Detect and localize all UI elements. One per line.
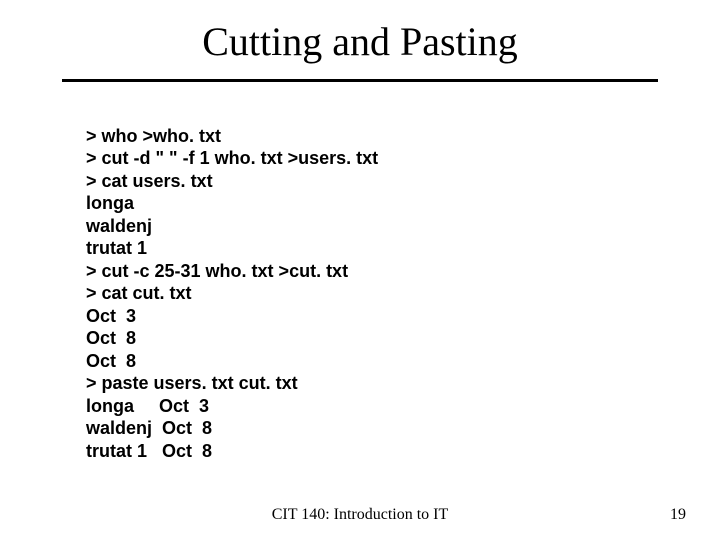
title-divider <box>62 79 658 82</box>
term-line: > cut -d " " -f 1 who. txt >users. txt <box>86 148 378 168</box>
slide-title: Cutting and Pasting <box>0 0 720 75</box>
term-line: longa Oct 3 <box>86 396 209 416</box>
footer-page-number: 19 <box>670 506 686 524</box>
term-line: > cut -c 25-31 who. txt >cut. txt <box>86 261 348 281</box>
term-line: Oct 8 <box>86 328 136 348</box>
term-line: trutat 1 Oct 8 <box>86 441 212 461</box>
term-line: trutat 1 <box>86 238 147 258</box>
term-line: > who >who. txt <box>86 126 221 146</box>
term-line: waldenj Oct 8 <box>86 418 212 438</box>
term-line: Oct 3 <box>86 306 136 326</box>
term-line: waldenj <box>86 216 152 236</box>
term-line: Oct 8 <box>86 351 136 371</box>
term-line: > cat cut. txt <box>86 283 192 303</box>
terminal-output: > who >who. txt > cut -d " " -f 1 who. t… <box>86 102 720 462</box>
term-line: longa <box>86 193 134 213</box>
term-line: > paste users. txt cut. txt <box>86 373 298 393</box>
term-line: > cat users. txt <box>86 171 213 191</box>
footer-course: CIT 140: Introduction to IT <box>0 506 720 524</box>
slide: Cutting and Pasting > who >who. txt > cu… <box>0 0 720 540</box>
